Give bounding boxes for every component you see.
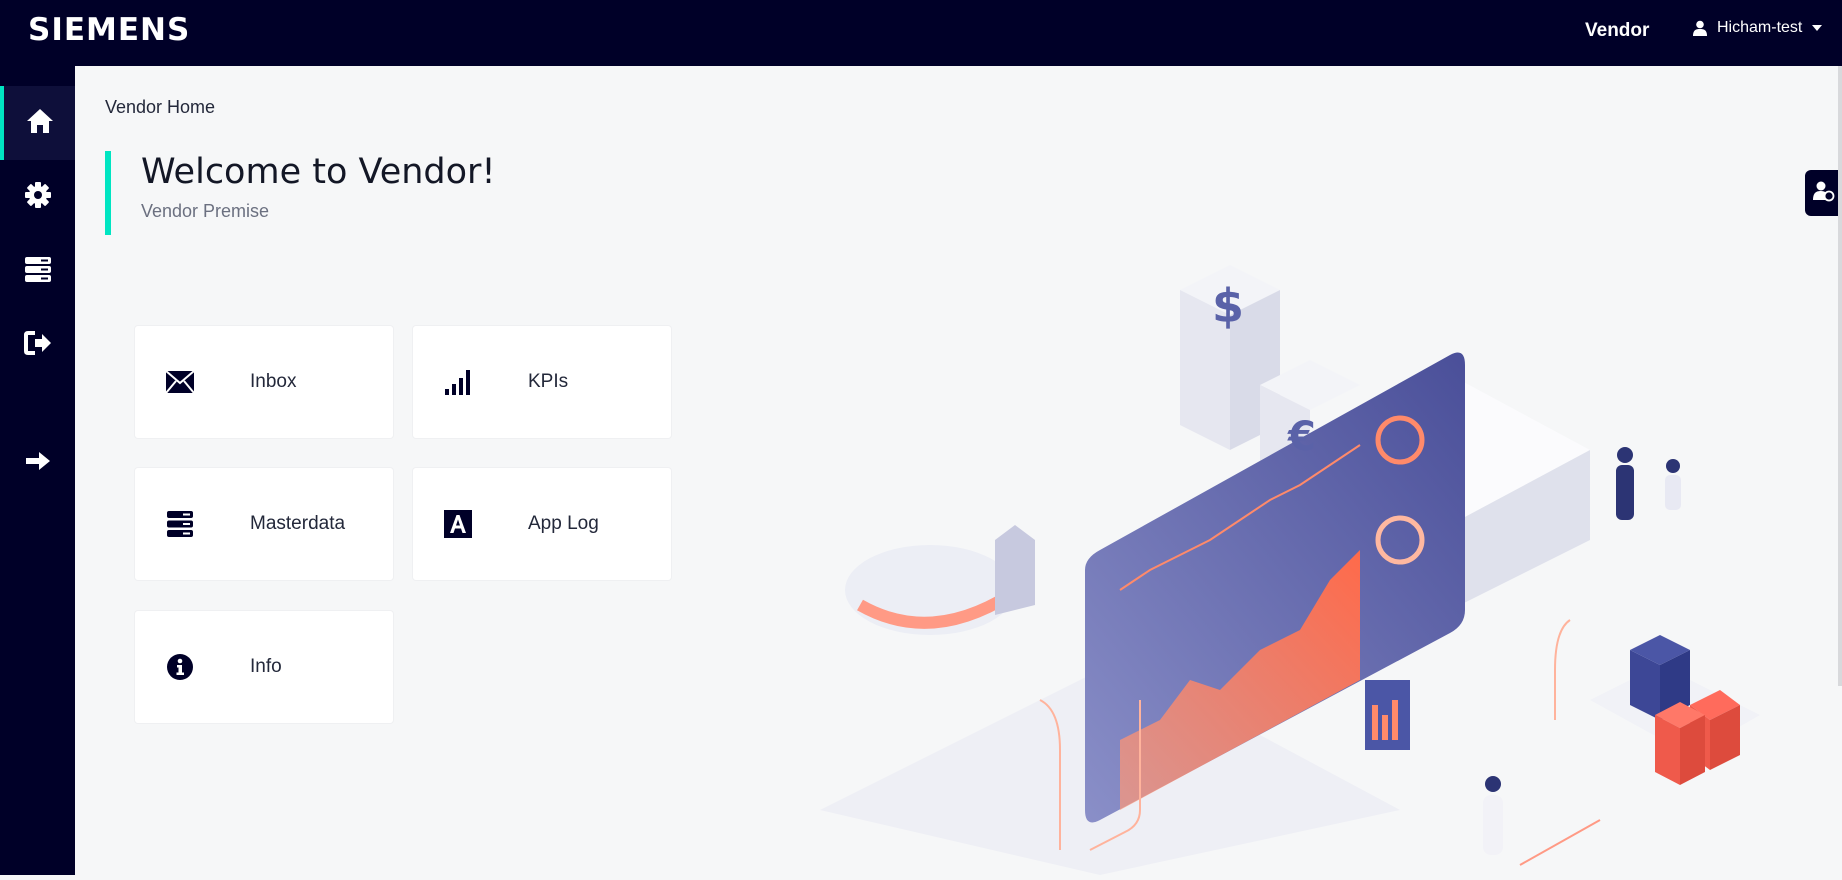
app-name: Vendor (1585, 20, 1650, 41)
arrow-right-icon (25, 450, 51, 477)
tile-label: Inbox (250, 371, 297, 392)
caret-down-icon (1812, 25, 1823, 31)
sign-out-icon (23, 330, 53, 361)
tile-label: KPIs (528, 371, 569, 392)
top-bar: SIEMENS Vendor Hicham-test (0, 0, 1842, 66)
tile-masterdata[interactable]: Masterdata (135, 468, 393, 580)
user-menu[interactable]: Hicham-test (1693, 19, 1823, 37)
user-feedback-icon (1812, 180, 1835, 207)
tile-label: Masterdata (250, 513, 346, 534)
sidebar-item-masterdata[interactable] (0, 234, 75, 308)
sidebar-item-settings[interactable] (0, 160, 75, 234)
server-icon (165, 509, 195, 539)
page-title: Welcome to Vendor! (141, 152, 496, 192)
user-name: Hicham-test (1717, 19, 1803, 36)
tile-kpis[interactable]: KPIs (413, 326, 671, 438)
tile-label: Info (250, 656, 282, 677)
user-icon (1693, 20, 1707, 36)
scrollbar[interactable] (1838, 66, 1842, 686)
dashboard-illustration: $ € (760, 250, 1842, 875)
feedback-tab[interactable] (1805, 170, 1842, 216)
server-icon (24, 256, 52, 287)
sidebar-item-logout[interactable] (0, 308, 75, 382)
svg-text:€: € (1287, 414, 1316, 460)
tile-inbox[interactable]: Inbox (135, 326, 393, 438)
signal-bars-icon (443, 367, 473, 397)
gear-icon (24, 181, 51, 213)
page-subtitle: Vendor Premise (141, 201, 270, 221)
font-icon (443, 509, 473, 539)
sidebar-item-home[interactable] (0, 86, 75, 160)
info-circle-icon (165, 652, 195, 682)
home-icon (26, 108, 54, 139)
tile-app-log[interactable]: App Log (413, 468, 671, 580)
welcome-banner: Welcome to Vendor! Vendor Premise (105, 151, 495, 235)
tile-info[interactable]: Info (135, 611, 393, 723)
siemens-logo[interactable]: SIEMENS (28, 12, 190, 48)
sidebar (0, 66, 75, 875)
breadcrumb: Vendor Home (105, 97, 216, 117)
svg-text:$: $ (1212, 279, 1244, 333)
envelope-icon (165, 367, 195, 397)
tile-label: App Log (528, 513, 599, 534)
sidebar-item-expand[interactable] (0, 426, 75, 500)
